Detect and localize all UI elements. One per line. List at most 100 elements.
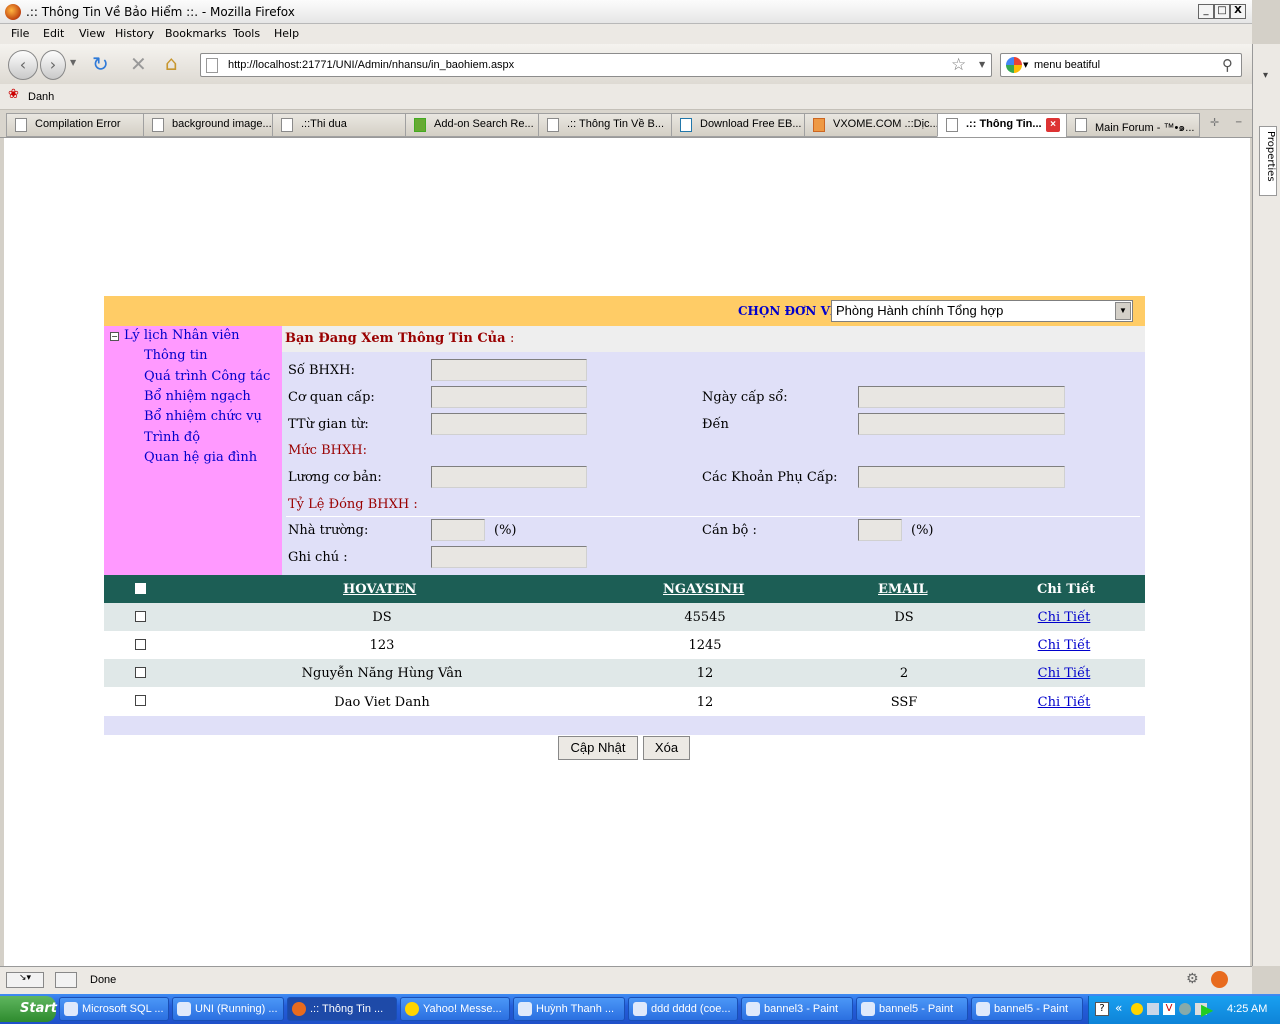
menu-bo-nhiem-ngach[interactable]: Bổ nhiệm ngạch <box>144 389 251 404</box>
cap-nhat-button[interactable]: Cập Nhật <box>558 736 638 760</box>
chi-tiet-link[interactable]: Chi Tiết <box>1014 610 1114 625</box>
search-box[interactable]: ▼ menu beatiful ⚲ <box>1000 53 1242 77</box>
stop-icon[interactable]: ✕ <box>130 52 147 76</box>
firefox-icon <box>292 1002 306 1016</box>
ngay-cap-so-input[interactable] <box>858 386 1065 408</box>
xoa-button[interactable]: Xóa <box>643 736 690 760</box>
don-vi-select[interactable]: Phòng Hành chính Tổng hợp ▼ <box>831 300 1133 322</box>
tab-thi-dua[interactable]: .::Thi dua <box>272 113 406 137</box>
menu-history[interactable]: History <box>115 27 154 40</box>
task-ddd[interactable]: ddd dddd (coe... <box>628 997 738 1021</box>
row-checkbox[interactable] <box>135 695 146 706</box>
tab-compilation-error[interactable]: Compilation Error <box>6 113 144 137</box>
chevron-down-icon[interactable]: ▼ <box>1115 302 1131 320</box>
close-button[interactable]: X <box>1230 4 1246 19</box>
tab-thong-tin-ve-bh[interactable]: .:: Thông Tin Về B... <box>538 113 672 137</box>
expand-tray-icon[interactable]: « <box>1115 1001 1122 1015</box>
help-icon[interactable]: ? <box>1095 1002 1109 1016</box>
den-input[interactable] <box>858 413 1065 435</box>
window-titlebar[interactable]: .:: Thông Tin Về Bảo Hiểm ::. - Mozilla … <box>0 0 1252 24</box>
menu-bookmarks[interactable]: Bookmarks <box>165 27 226 40</box>
pointer-icon[interactable]: ↘▾ <box>6 972 44 988</box>
tab-background-image[interactable]: background image... <box>143 113 273 137</box>
col-hovaten[interactable]: HOVATEN <box>343 582 416 597</box>
url-dropdown-icon[interactable]: ▼ <box>979 60 985 69</box>
cell-ngaysinh: 45545 <box>684 610 726 625</box>
co-quan-cap-input[interactable] <box>431 386 587 408</box>
ghi-chu-input[interactable] <box>431 546 587 568</box>
task-bannel3[interactable]: bannel3 - Paint <box>741 997 853 1021</box>
chi-tiet-link[interactable]: Chi Tiết <box>1014 638 1114 653</box>
select-all-checkbox[interactable] <box>135 583 146 594</box>
chi-tiet-link[interactable]: Chi Tiết <box>1014 695 1114 710</box>
minimize-button[interactable]: _ <box>1198 4 1214 19</box>
nha-truong-input[interactable] <box>431 519 485 541</box>
menu-quan-he-gia-dinh[interactable]: Quan hệ gia đình <box>144 450 257 465</box>
menu-file[interactable]: File <box>11 27 29 40</box>
task-uni[interactable]: UNI (Running) ... <box>172 997 284 1021</box>
history-dropdown-icon[interactable]: ▼ <box>70 58 76 67</box>
task-yahoo[interactable]: Yahoo! Messe... <box>400 997 510 1021</box>
tab-thong-tin-active[interactable]: .:: Thông Tin... × <box>937 113 1067 137</box>
paint-icon <box>861 1002 875 1016</box>
play-icon[interactable]: ▶ <box>1201 1000 1213 1019</box>
cell-email: 2 <box>899 666 909 681</box>
screen-icon[interactable] <box>55 972 77 988</box>
menu-trinh-do[interactable]: Trình độ <box>144 430 200 445</box>
luong-co-ban-input[interactable] <box>431 466 587 488</box>
task-bannel5[interactable]: bannel5 - Paint <box>856 997 968 1021</box>
menu-thong-tin[interactable]: Thông tin <box>144 348 207 363</box>
menu-edit[interactable]: Edit <box>43 27 64 40</box>
status-icon[interactable] <box>1179 1003 1191 1015</box>
menu-tools[interactable]: Tools <box>233 27 260 40</box>
form-title: Bạn Đang Xem Thông Tin Của <box>285 331 506 346</box>
can-bo-input[interactable] <box>858 519 902 541</box>
addon-icon[interactable] <box>1211 971 1228 988</box>
tab-vxome[interactable]: VXOME.COM .::Dịc... <box>804 113 938 137</box>
engine-dropdown-icon[interactable]: ▼ <box>1023 61 1028 69</box>
phu-cap-input[interactable] <box>858 466 1065 488</box>
collapse-icon[interactable]: − <box>110 332 119 341</box>
v-icon[interactable]: V <box>1163 1003 1175 1015</box>
reload-icon[interactable]: ↻ <box>92 52 109 76</box>
so-bhxh-input[interactable] <box>431 359 587 381</box>
chi-tiet-link[interactable]: Chi Tiết <box>1014 666 1114 681</box>
row-checkbox[interactable] <box>135 611 146 622</box>
row-checkbox[interactable] <box>135 667 146 678</box>
menu-help[interactable]: Help <box>274 27 299 40</box>
col-email[interactable]: EMAIL <box>878 582 928 597</box>
task-bannel5-2[interactable]: bannel5 - Paint <box>971 997 1083 1021</box>
task-huynh[interactable]: Huỳnh Thanh ... <box>513 997 625 1021</box>
tab-download-free[interactable]: Download Free EB... <box>671 113 805 137</box>
yahoo-tray-icon[interactable] <box>1131 1003 1143 1015</box>
tab-list-icon[interactable]: ✛ <box>1210 116 1219 129</box>
tab-main-forum[interactable]: Main Forum - ™•๑... <box>1066 113 1200 137</box>
search-icon[interactable]: ⚲ <box>1222 56 1233 74</box>
properties-tab[interactable]: Properties <box>1259 126 1277 196</box>
back-icon[interactable]: ‹ <box>8 50 38 80</box>
menu-view[interactable]: View <box>79 27 105 40</box>
table-row <box>104 687 1145 716</box>
menu-qua-trinh-cong-tac[interactable]: Quá trình Công tác <box>144 369 270 384</box>
close-tab-icon[interactable]: × <box>1046 118 1060 132</box>
scroll-down-icon[interactable]: ▾ <box>1263 70 1268 81</box>
bookmark-danh[interactable]: Danh <box>28 91 54 103</box>
google-icon[interactable] <box>1006 57 1022 73</box>
tu-gian-tu-input[interactable] <box>431 413 587 435</box>
home-icon[interactable]: ⌂ <box>165 51 178 75</box>
start-button[interactable]: Start <box>0 996 57 1022</box>
address-bar[interactable]: http://localhost:21771/UNI/Admin/nhansu/… <box>200 53 992 77</box>
col-ngaysinh[interactable]: NGAYSINH <box>663 582 744 597</box>
task-sql[interactable]: Microsoft SQL ... <box>59 997 169 1021</box>
menu-ly-lich[interactable]: Lý lịch Nhân viên <box>124 328 240 343</box>
star-icon[interactable]: ☆ <box>951 55 966 75</box>
tab-addon-search[interactable]: Add-on Search Re... <box>405 113 539 137</box>
forward-icon[interactable]: › <box>40 50 66 80</box>
row-checkbox[interactable] <box>135 639 146 650</box>
tab-scroll-icon[interactable]: ─ <box>1236 118 1241 128</box>
gear-icon[interactable]: ⚙ <box>1186 971 1199 987</box>
maximize-button[interactable]: □ <box>1214 4 1230 19</box>
task-firefox[interactable]: .:: Thông Tin ... <box>287 997 397 1021</box>
network-icon[interactable] <box>1147 1003 1159 1015</box>
menu-bo-nhiem-chuc-vu[interactable]: Bổ nhiệm chức vụ <box>144 409 262 424</box>
